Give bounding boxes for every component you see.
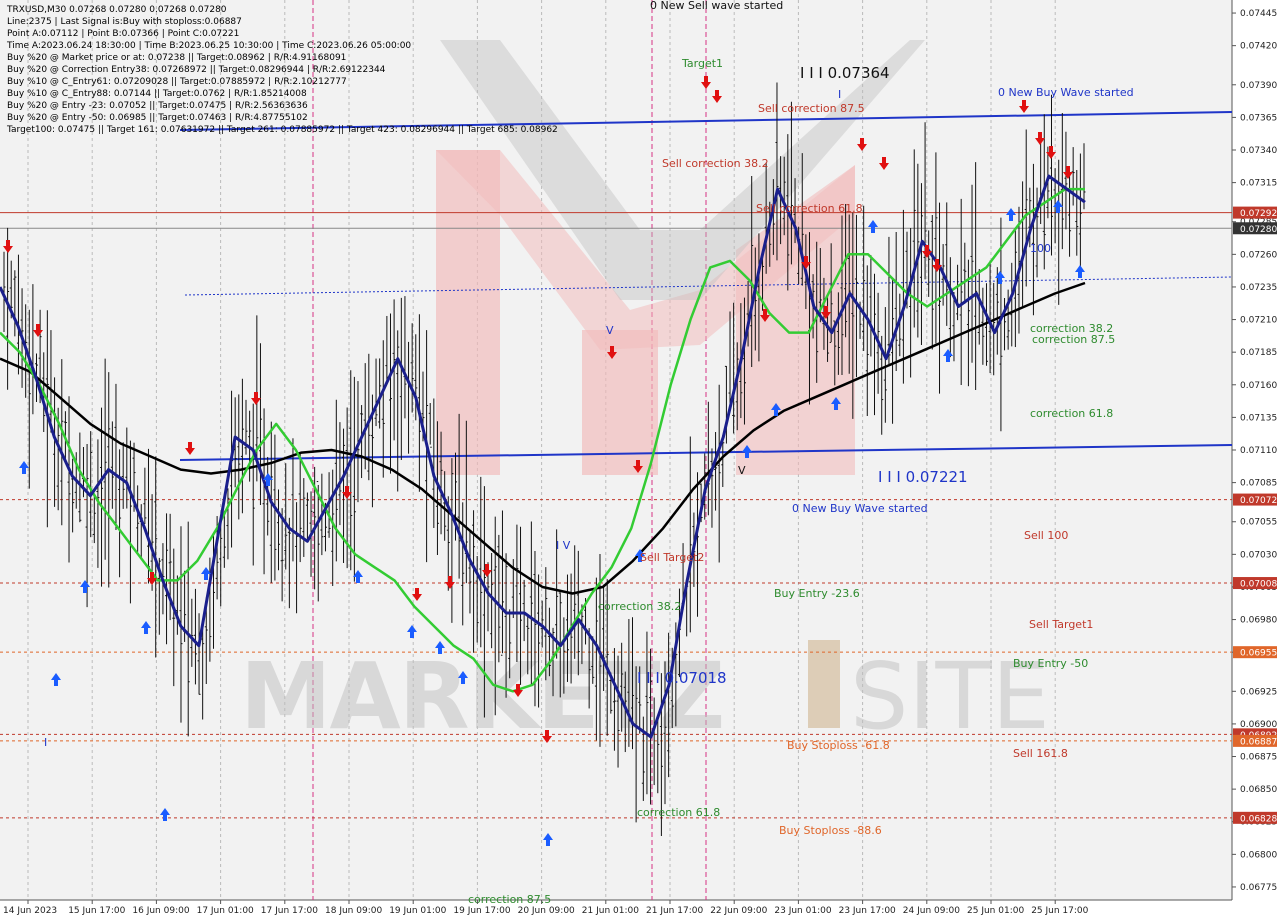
price-box-label: 0.07280: [1240, 225, 1277, 235]
price-axis: [1232, 0, 1280, 920]
chart-annotation: Sell 100: [1024, 529, 1068, 542]
chart-annotation: correction 87.5: [468, 893, 551, 906]
y-tick-label: 0.07135: [1240, 413, 1277, 423]
chart-annotation: I V: [556, 539, 571, 552]
chart-annotation: I: [44, 736, 47, 749]
x-tick-label: 16 Jun 09:00: [132, 906, 189, 916]
chart-annotation: correction 38.2: [598, 600, 681, 613]
y-tick-label: 0.07110: [1240, 446, 1277, 456]
chart-annotation: correction 87.5: [1032, 333, 1115, 346]
y-tick-label: 0.06980: [1240, 616, 1277, 626]
x-tick-label: 19 Jun 17:00: [453, 906, 510, 916]
y-tick-label: 0.07085: [1240, 479, 1277, 489]
chart-annotation: Buy Stoploss -88.6: [779, 824, 882, 837]
price-box-label: 0.06828: [1240, 814, 1277, 824]
y-tick-label: 0.07445: [1240, 9, 1277, 19]
chart-annotation: Buy Entry -23.6: [774, 587, 860, 600]
info-line: Buy %10 @ C_Entry61: 0.07209028 || Targe…: [7, 77, 347, 87]
chart-annotation: 100: [1030, 242, 1051, 255]
y-tick-label: 0.07365: [1240, 113, 1277, 123]
x-tick-label: 23 Jun 17:00: [839, 906, 896, 916]
info-line: TRXUSD,M30 0.07268 0.07280 0.07268 0.072…: [6, 5, 227, 15]
x-tick-label: 24 Jun 09:00: [903, 906, 960, 916]
x-tick-label: 22 Jun 09:00: [710, 906, 767, 916]
info-line: Buy %20 @ Market price or at: 0.07238 ||…: [7, 53, 346, 63]
chart-annotation: I I I 0.07364: [800, 64, 890, 82]
y-tick-label: 0.07210: [1240, 316, 1277, 326]
y-tick-label: 0.07390: [1240, 81, 1277, 91]
info-line: Point A:0.07112 | Point B:0.07366 | Poin…: [7, 29, 239, 39]
watermark-brand-i: [808, 640, 840, 728]
chart-annotation: I I I 0.07221: [878, 468, 968, 486]
x-tick-label: 23 Jun 01:00: [774, 906, 831, 916]
chart-annotation: Sell Target2: [640, 551, 704, 564]
chart-annotation: V: [606, 324, 614, 337]
chart-annotation: 0 New Sell wave started: [650, 0, 783, 12]
info-line: Buy %20 @ Entry -50: 0.06985 || Target:0…: [7, 113, 308, 123]
y-tick-label: 0.07055: [1240, 518, 1277, 528]
y-tick-label: 0.07315: [1240, 179, 1277, 189]
price-chart[interactable]: MARKETZ SITE 0 New Sell wave startedI I …: [0, 0, 1280, 920]
x-tick-label: 21 Jun 17:00: [646, 906, 703, 916]
x-tick-label: 25 Jun 17:00: [1031, 906, 1088, 916]
chart-annotation: I I I 0.07018: [637, 669, 727, 687]
y-tick-label: 0.07260: [1240, 250, 1277, 260]
chart-annotation: V: [738, 464, 746, 477]
x-tick-label: 25 Jun 01:00: [967, 906, 1024, 916]
x-tick-label: 15 Jun 17:00: [68, 906, 125, 916]
y-tick-label: 0.07235: [1240, 283, 1277, 293]
y-tick-label: 0.07185: [1240, 348, 1277, 358]
chart-annotation: Buy Entry -50: [1013, 657, 1088, 670]
y-tick-label: 0.06875: [1240, 753, 1277, 763]
y-tick-label: 0.07420: [1240, 42, 1277, 52]
chart-annotation: Sell correction 38.2: [662, 157, 769, 170]
chart-annotation: correction 61.8: [637, 806, 720, 819]
y-tick-label: 0.06800: [1240, 850, 1277, 860]
chart-annotation: correction 61.8: [1030, 407, 1113, 420]
x-tick-label: 14 Jun 2023: [3, 906, 57, 916]
x-tick-label: 21 Jun 01:00: [582, 906, 639, 916]
y-tick-label: 0.06850: [1240, 785, 1277, 795]
y-tick-label: 0.07340: [1240, 146, 1277, 156]
price-box-label: 0.06955: [1240, 649, 1277, 659]
y-tick-label: 0.07030: [1240, 550, 1277, 560]
price-box-label: 0.07292: [1240, 209, 1277, 219]
info-line: Buy %20 @ Correction Entry38: 0.07268972…: [7, 65, 386, 75]
price-box-label: 0.07008: [1240, 580, 1277, 590]
x-tick-label: 18 Jun 09:00: [325, 906, 382, 916]
info-line: Buy %10 @ C_Entry88: 0.07144 || Target:0…: [7, 89, 307, 99]
y-tick-label: 0.06925: [1240, 687, 1277, 697]
chart-annotation: Sell Target1: [1029, 618, 1093, 631]
chart-annotation: I: [838, 88, 841, 101]
chart-annotation: Target1: [681, 57, 723, 70]
y-tick-label: 0.07160: [1240, 381, 1277, 391]
info-line: Time A:2023.06.24 18:30:00 | Time B:2023…: [6, 41, 411, 51]
chart-annotation: Sell 161.8: [1013, 747, 1068, 760]
price-box-label: 0.06887: [1240, 737, 1277, 747]
chart-annotation: Buy Stoploss -61.8: [787, 739, 890, 752]
price-box-label: 0.07072: [1240, 496, 1277, 506]
x-tick-label: 17 Jun 01:00: [197, 906, 254, 916]
chart-annotation: 0 New Buy Wave started: [998, 86, 1134, 99]
chart-window: MARKETZ SITE 0 New Sell wave started I I …: [0, 0, 1280, 920]
x-tick-label: 17 Jun 17:00: [261, 906, 318, 916]
y-tick-label: 0.06775: [1240, 883, 1277, 893]
info-line: Buy %20 @ Entry -23: 0.07052 || Target:0…: [7, 101, 308, 111]
x-tick-label: 19 Jun 01:00: [389, 906, 446, 916]
x-tick-label: 20 Jun 09:00: [518, 906, 575, 916]
chart-annotation: Sell correction 87.5: [758, 102, 865, 115]
info-line: Line:2375 | Last Signal is:Buy with stop…: [7, 17, 242, 27]
info-line: Target100: 0.07475 || Target 161: 0.0763…: [6, 125, 558, 135]
chart-annotation: Sell correction 61.8: [756, 202, 863, 215]
chart-annotation: 0 New Buy Wave started: [792, 502, 928, 515]
